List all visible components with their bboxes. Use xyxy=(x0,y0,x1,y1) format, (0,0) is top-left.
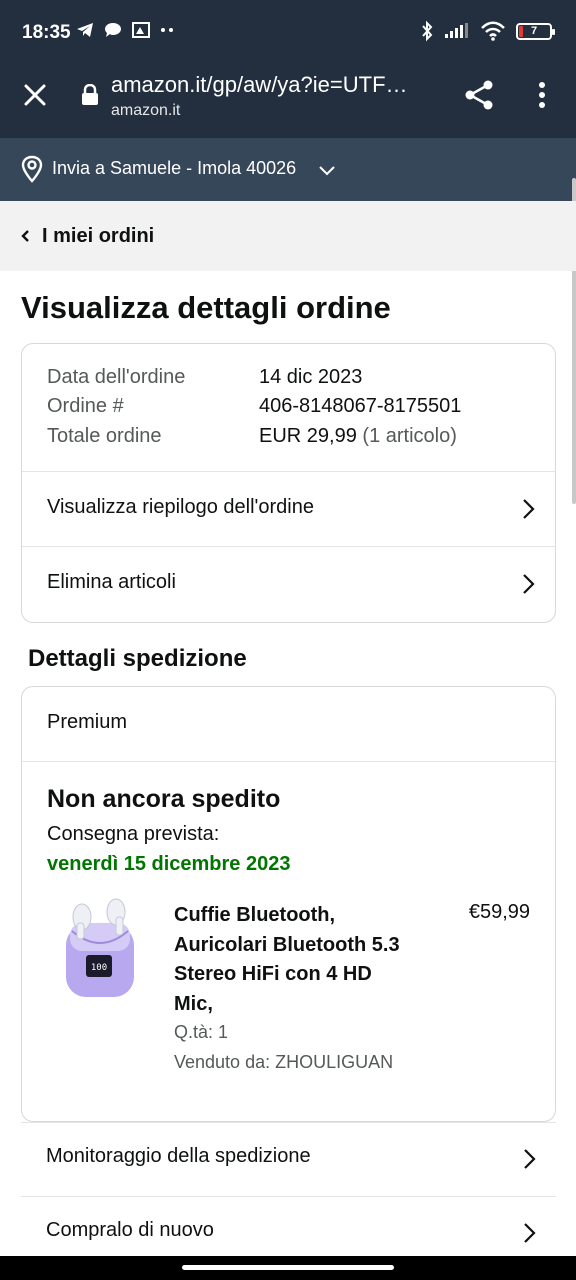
battery-level: 7 xyxy=(530,24,538,37)
product-title[interactable]: Cuffie Bluetooth, Auricolari Bluetooth 5… xyxy=(174,901,404,1019)
track-shipment-link[interactable]: Monitoraggio della spedizione xyxy=(21,1122,556,1196)
close-icon[interactable] xyxy=(20,80,50,110)
shipping-section-title: Dettagli spedizione xyxy=(28,645,247,672)
order-total-amount: EUR 29,99 xyxy=(259,425,357,447)
more-dots-icon xyxy=(161,28,173,32)
view-summary-label: Visualizza riepilogo dell'ordine xyxy=(47,496,314,518)
page-title: Visualizza dettagli ordine xyxy=(21,290,391,325)
share-icon[interactable] xyxy=(462,78,496,112)
order-total-label: Totale ordine xyxy=(47,425,162,447)
delivery-address-bar[interactable]: Invia a Samuele - Imola 40026 xyxy=(0,138,576,201)
location-pin-icon xyxy=(21,155,43,183)
product-seller: Venduto da: ZHOULIGUAN xyxy=(174,1052,394,1072)
telegram-icon xyxy=(77,23,93,37)
back-to-orders[interactable]: I miei ordini xyxy=(0,201,576,271)
delete-items-link[interactable]: Elimina articoli xyxy=(22,547,555,622)
track-shipment-label: Monitoraggio della spedizione xyxy=(46,1145,311,1167)
shipment-card: Premium Non ancora spedito Consegna prev… xyxy=(21,686,556,1122)
battery-icon: 7 xyxy=(516,22,555,40)
delete-items-label: Elimina articoli xyxy=(47,571,176,593)
notification-icons xyxy=(76,22,176,38)
url-domain: amazon.it xyxy=(111,102,181,119)
view-summary-link[interactable]: Visualizza riepilogo dell'ordine xyxy=(22,472,555,547)
product-image[interactable]: 100 xyxy=(60,897,140,1002)
order-date-label: Data dell'ordine xyxy=(47,366,186,388)
system-icons: 7 xyxy=(420,20,555,42)
chevron-right-icon xyxy=(524,1149,536,1169)
chevron-right-icon xyxy=(523,574,535,594)
url-text[interactable]: amazon.it/gp/aw/ya?ie=UTF… xyxy=(111,72,408,98)
buy-again-label: Compralo di nuovo xyxy=(46,1219,214,1241)
status-bar: 18:35 7 xyxy=(0,0,576,60)
chevron-right-icon xyxy=(523,499,535,519)
svg-text:100: 100 xyxy=(91,963,107,973)
shipping-method: Premium xyxy=(47,711,128,733)
chevron-left-icon xyxy=(21,230,29,242)
order-number-value: 406-8148067-8175501 xyxy=(259,395,462,417)
shipment-status: Non ancora spedito xyxy=(47,785,281,813)
order-date-value: 14 dic 2023 xyxy=(259,366,363,388)
chevron-down-icon xyxy=(319,166,335,176)
product-price: €59,99 xyxy=(468,901,530,923)
delivery-estimate-date: venerdì 15 dicembre 2023 xyxy=(47,853,291,875)
divider xyxy=(22,761,555,762)
more-vert-icon[interactable] xyxy=(530,80,554,110)
chat-icon xyxy=(105,23,121,37)
back-label: I miei ordini xyxy=(42,225,155,247)
gallery-icon xyxy=(132,22,150,38)
signal-icon xyxy=(445,23,468,38)
browser-toolbar: amazon.it/gp/aw/ya?ie=UTF… amazon.it xyxy=(0,60,576,138)
order-number-label: Ordine # xyxy=(47,395,124,417)
wifi-icon xyxy=(481,21,505,41)
order-total-items: (1 articolo) xyxy=(362,425,457,447)
order-info-card: Data dell'ordine 14 dic 2023 Ordine # 40… xyxy=(21,343,556,623)
status-time: 18:35 xyxy=(22,22,71,43)
bluetooth-icon xyxy=(422,20,433,42)
delivery-estimate-label: Consegna prevista: xyxy=(47,823,220,845)
chevron-right-icon xyxy=(524,1223,536,1243)
order-total-value: EUR 29,99 (1 articolo) xyxy=(259,425,457,448)
delivery-address-text: Invia a Samuele - Imola 40026 xyxy=(52,158,297,178)
product-quantity: Q.tà: 1 xyxy=(174,1022,229,1042)
lock-icon xyxy=(82,84,98,105)
home-gesture-bar[interactable] xyxy=(182,1265,394,1270)
